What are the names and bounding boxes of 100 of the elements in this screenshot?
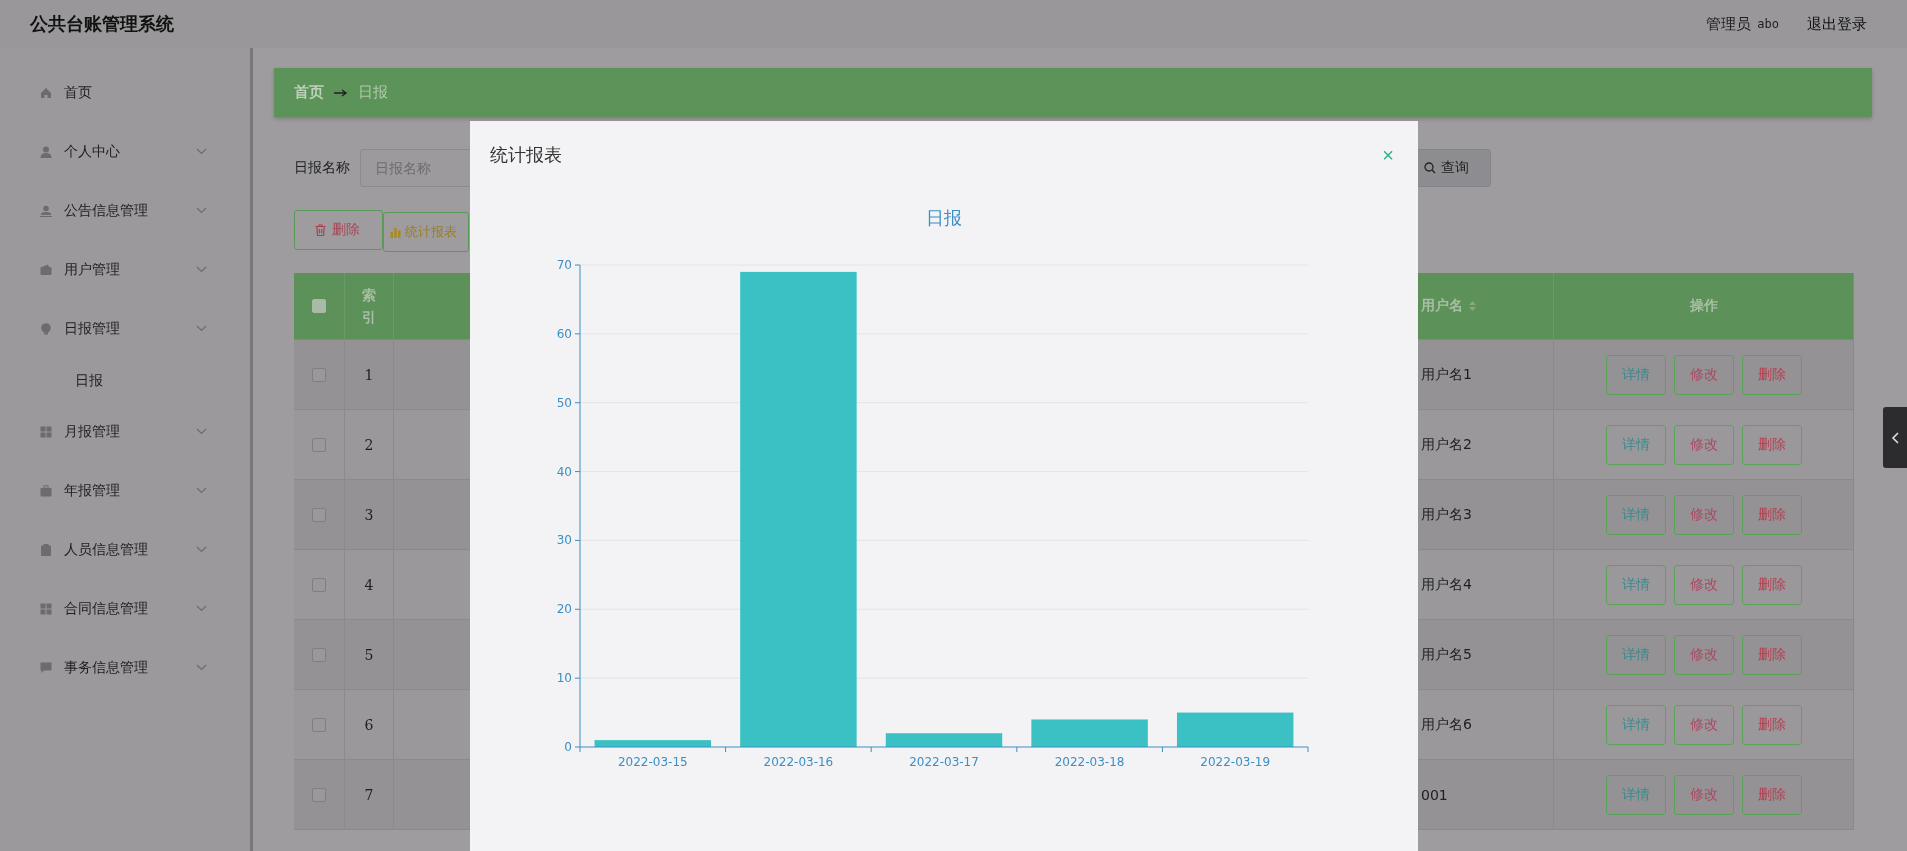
table-cell: 6: [345, 690, 394, 760]
delete-button[interactable]: 删除: [1741, 774, 1802, 815]
column-header: 用户名: [1421, 297, 1463, 315]
row-checkbox[interactable]: [312, 507, 326, 522]
detail-button[interactable]: 详情: [1605, 704, 1666, 745]
table-cell: 5: [345, 620, 394, 690]
chevron-down-icon: [196, 546, 207, 553]
delete-button[interactable]: 删除: [1741, 354, 1802, 395]
y-tick-label: 60: [556, 326, 572, 341]
user-name: abo: [1757, 17, 1779, 31]
y-tick-label: 70: [556, 258, 572, 272]
detail-button[interactable]: 详情: [1605, 424, 1666, 465]
close-button[interactable]: ×: [1378, 145, 1398, 165]
table-cell: 4: [345, 550, 394, 620]
detail-button[interactable]: 详情: [1605, 564, 1666, 605]
person-icon: [40, 204, 52, 217]
y-tick-label: 20: [556, 602, 572, 617]
y-tick-label: 50: [556, 395, 572, 410]
menu-item[interactable]: 用户管理: [0, 240, 250, 299]
x-tick-label: 2022-03-17: [909, 755, 979, 769]
chevron-left-icon: [1891, 431, 1899, 444]
table-cell: 7: [345, 760, 394, 830]
chat-icon: [40, 661, 52, 674]
x-tick-label: 2022-03-16: [763, 755, 834, 769]
home-icon: [40, 86, 52, 99]
detail-button[interactable]: 详情: [1605, 634, 1666, 675]
briefcase-icon: [40, 484, 52, 497]
edit-button[interactable]: 修改: [1673, 704, 1734, 745]
edit-button[interactable]: 修改: [1673, 354, 1734, 395]
row-checkbox[interactable]: [312, 367, 326, 382]
chevron-down-icon: [196, 605, 207, 612]
y-tick-label: 0: [564, 740, 572, 754]
breadcrumb-current: 日报: [358, 83, 388, 102]
menu-item[interactable]: 月报管理: [0, 402, 250, 461]
row-checkbox[interactable]: [312, 717, 326, 732]
menu-item[interactable]: 年报管理: [0, 461, 250, 520]
search-icon: [1423, 162, 1436, 174]
edit-button[interactable]: 修改: [1673, 564, 1734, 605]
bar-chart-icon: [390, 226, 401, 238]
menu-item[interactable]: 事务信息管理: [0, 638, 250, 697]
chevron-down-icon: [196, 428, 207, 435]
app-title: 公共台账管理系统: [30, 12, 174, 36]
menu-item[interactable]: 日报管理: [0, 299, 250, 358]
column-header: 索引: [362, 285, 376, 327]
delete-button[interactable]: 删除: [294, 210, 383, 250]
edit-button[interactable]: 修改: [1673, 634, 1734, 675]
arrow-right-icon: [334, 88, 348, 97]
bulb-icon: [40, 322, 52, 335]
menu-item[interactable]: 首页: [0, 63, 250, 122]
chart-title: 日报: [925, 206, 963, 230]
table-cell: 3: [345, 480, 394, 550]
delete-button[interactable]: 删除: [1741, 424, 1802, 465]
chevron-down-icon: [196, 207, 207, 214]
sort-icon[interactable]: [1469, 301, 1476, 311]
detail-button[interactable]: 详情: [1605, 494, 1666, 535]
column-header: 操作: [1689, 297, 1718, 315]
wallet-icon: [40, 263, 52, 276]
detail-button[interactable]: 详情: [1605, 774, 1666, 815]
breadcrumb-link[interactable]: 首页: [294, 83, 324, 102]
chevron-down-icon: [196, 148, 207, 155]
row-checkbox[interactable]: [312, 577, 326, 592]
search-label: 日报名称: [294, 159, 350, 177]
side-tab[interactable]: [1883, 407, 1907, 468]
y-tick-label: 10: [556, 671, 572, 686]
clipboard-icon: [40, 543, 52, 556]
table-cell: 2: [345, 410, 394, 480]
delete-button[interactable]: 删除: [1741, 494, 1802, 535]
delete-button[interactable]: 删除: [1741, 634, 1802, 675]
chevron-down-icon: [196, 487, 207, 494]
chevron-down-icon: [196, 325, 207, 332]
y-tick-label: 30: [556, 533, 572, 548]
menu-item[interactable]: 公告信息管理: [0, 181, 250, 240]
row-checkbox[interactable]: [312, 647, 326, 662]
x-tick-label: 2022-03-18: [1054, 755, 1125, 769]
select-all-checkbox[interactable]: [312, 299, 326, 313]
table-cell: 1: [345, 340, 394, 410]
detail-button[interactable]: 详情: [1605, 354, 1666, 395]
grid-icon: [40, 602, 52, 615]
x-tick-label: 2022-03-19: [1200, 755, 1271, 769]
edit-button[interactable]: 修改: [1673, 494, 1734, 535]
menu-item[interactable]: 人员信息管理: [0, 520, 250, 579]
chevron-down-icon: [196, 266, 207, 273]
report-button[interactable]: 统计报表: [383, 212, 469, 252]
edit-button[interactable]: 修改: [1673, 424, 1734, 465]
trash-icon: [315, 224, 326, 236]
row-checkbox[interactable]: [312, 437, 326, 452]
menu-item[interactable]: 个人中心: [0, 122, 250, 181]
row-checkbox[interactable]: [312, 787, 326, 802]
menu-item[interactable]: 合同信息管理: [0, 579, 250, 638]
user-role: 管理员: [1706, 14, 1752, 34]
x-tick-label: 2022-03-15: [617, 755, 688, 769]
submenu-item[interactable]: 日报: [0, 358, 250, 402]
y-tick-label: 40: [556, 464, 572, 479]
chevron-down-icon: [196, 664, 207, 671]
delete-button[interactable]: 删除: [1741, 564, 1802, 605]
grid-icon: [40, 425, 52, 438]
person-icon: [40, 145, 52, 158]
edit-button[interactable]: 修改: [1673, 774, 1734, 815]
delete-button[interactable]: 删除: [1741, 704, 1802, 745]
logout-link[interactable]: 退出登录: [1807, 14, 1867, 34]
